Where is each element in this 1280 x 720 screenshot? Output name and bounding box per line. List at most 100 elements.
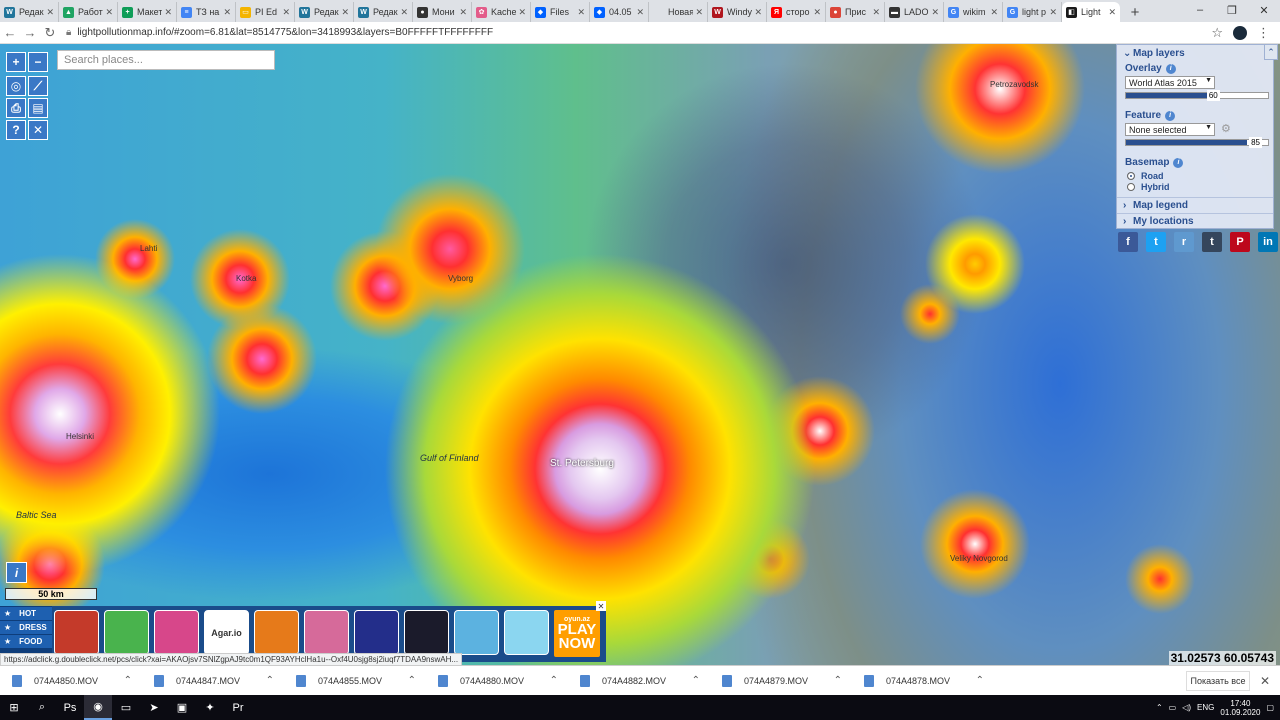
close-tab-icon[interactable]: ✕ xyxy=(1108,7,1116,18)
avatar[interactable] xyxy=(1233,25,1247,40)
download-item[interactable]: 074A4850.MOV ⌃ xyxy=(0,668,142,694)
ad-close-button[interactable]: ✕ xyxy=(596,601,606,611)
reddit-icon[interactable]: r xyxy=(1174,232,1194,252)
map-layers-header[interactable]: ⌄ Map layers xyxy=(1123,48,1185,59)
bookmark-star-icon[interactable]: ☆ xyxy=(1211,25,1223,41)
ad-game-thumbnail[interactable]: Agar.io xyxy=(204,610,249,655)
play-now-button[interactable]: oyun.az PLAY NOW xyxy=(554,610,600,657)
download-item[interactable]: 074A4882.MOV ⌃ xyxy=(568,668,710,694)
close-tab-icon[interactable]: ✕ xyxy=(223,7,231,18)
chevron-up-icon[interactable]: ⌃ xyxy=(692,675,700,686)
print-button[interactable]: ⎙ xyxy=(6,98,26,118)
info-icon[interactable]: i xyxy=(1165,110,1176,121)
download-item[interactable]: 074A4878.MOV ⌃ xyxy=(852,668,994,694)
maximize-button[interactable]: ❐ xyxy=(1216,0,1248,20)
explorer-icon[interactable]: ▭ xyxy=(112,695,140,720)
feature-select[interactable]: None selected ▼ xyxy=(1125,123,1215,136)
close-tab-icon[interactable]: ✕ xyxy=(341,7,349,18)
close-tab-icon[interactable]: ✕ xyxy=(754,7,762,18)
close-tab-icon[interactable]: ✕ xyxy=(1049,7,1057,18)
overlay-select[interactable]: World Atlas 2015 ▼ xyxy=(1125,76,1215,89)
info-icon[interactable]: i xyxy=(1165,63,1176,74)
browser-tab[interactable]: ● Мони ✕ xyxy=(413,2,472,22)
close-tab-icon[interactable]: ✕ xyxy=(872,7,880,18)
facebook-icon[interactable]: f xyxy=(1118,232,1138,252)
zoom-out-button[interactable]: − xyxy=(28,52,48,72)
ad-game-thumbnail[interactable] xyxy=(454,610,499,655)
photoshop-icon[interactable]: Ps xyxy=(56,695,84,720)
collapse-panel-button[interactable]: ⌃ xyxy=(1264,44,1278,60)
download-item[interactable]: 074A4847.MOV ⌃ xyxy=(142,668,284,694)
browser-tab[interactable]: Gwikim ✕ xyxy=(944,2,1003,22)
browser-tab[interactable]: Glight p ✕ xyxy=(1003,2,1062,22)
close-tab-icon[interactable]: ✕ xyxy=(518,7,526,18)
tumblr-icon[interactable]: t xyxy=(1202,232,1222,252)
show-all-downloads-button[interactable]: Показать все xyxy=(1186,671,1250,691)
chevron-up-icon[interactable]: ⌃ xyxy=(124,675,132,686)
close-tab-icon[interactable]: ✕ xyxy=(164,7,172,18)
premiere-icon[interactable]: Pr xyxy=(224,695,252,720)
browser-tab[interactable]: ▬ LADO ✕ xyxy=(885,2,944,22)
close-tab-icon[interactable]: ✕ xyxy=(400,7,408,18)
close-tab-icon[interactable]: ✕ xyxy=(695,7,703,18)
chevron-up-icon[interactable]: ⌃ xyxy=(1156,703,1163,712)
chart-button[interactable]: ▤ xyxy=(28,98,48,118)
ad-game-thumbnail[interactable] xyxy=(254,610,299,655)
close-tab-icon[interactable]: ✕ xyxy=(105,7,113,18)
download-item[interactable]: 074A4879.MOV ⌃ xyxy=(710,668,852,694)
volume-icon[interactable]: ◁) xyxy=(1182,703,1191,712)
close-tab-icon[interactable]: ✕ xyxy=(577,7,585,18)
chrome-icon[interactable]: ◉ xyxy=(84,695,112,720)
locate-button[interactable]: ◎ xyxy=(6,76,26,96)
tools-button[interactable]: ✕ xyxy=(28,120,48,140)
close-tab-icon[interactable]: ✕ xyxy=(990,7,998,18)
minimize-button[interactable]: – xyxy=(1184,0,1216,20)
chevron-up-icon[interactable]: ⌃ xyxy=(266,675,274,686)
back-button[interactable]: ← xyxy=(0,23,20,43)
ad-game-thumbnail[interactable] xyxy=(54,610,99,655)
close-tab-icon[interactable]: ✕ xyxy=(636,7,644,18)
close-tab-icon[interactable]: ✕ xyxy=(282,7,290,18)
zoom-in-button[interactable]: + xyxy=(6,52,26,72)
close-tab-icon[interactable]: ✕ xyxy=(931,7,939,18)
browser-tab[interactable]: ● Прис ✕ xyxy=(826,2,885,22)
browser-tab[interactable]: W Редак ✕ xyxy=(295,2,354,22)
chevron-up-icon[interactable]: ⌃ xyxy=(834,675,842,686)
browser-tab[interactable]: W Windy ✕ xyxy=(708,2,767,22)
download-item[interactable]: 074A4855.MOV ⌃ xyxy=(284,668,426,694)
pinterest-icon[interactable]: P xyxy=(1230,232,1250,252)
map-legend-toggle[interactable]: › Map legend xyxy=(1123,200,1188,211)
browser-tab[interactable]: ≡ ТЗ на ✕ xyxy=(177,2,236,22)
app2-icon[interactable]: ✦ xyxy=(196,695,224,720)
close-tab-icon[interactable]: ✕ xyxy=(46,7,54,18)
ad-game-thumbnail[interactable] xyxy=(304,610,349,655)
browser-tab[interactable]: ◧ Light ✕ xyxy=(1062,2,1120,22)
linkedin-icon[interactable]: in xyxy=(1258,232,1278,252)
forward-button[interactable]: → xyxy=(20,23,40,43)
search-input[interactable] xyxy=(57,50,275,70)
browser-tab[interactable]: Ясторо ✕ xyxy=(767,2,826,22)
windows-start-icon[interactable]: ⊞ xyxy=(0,695,28,720)
ad-game-thumbnail[interactable] xyxy=(154,610,199,655)
browser-tab[interactable]: ◆ 04.05 ✕ xyxy=(590,2,649,22)
browser-tab[interactable]: ▭ PI Ed ✕ xyxy=(236,2,295,22)
menu-icon[interactable]: ⋮ xyxy=(1257,25,1270,41)
ad-game-thumbnail[interactable] xyxy=(104,610,149,655)
download-item[interactable]: 074A4880.MOV ⌃ xyxy=(426,668,568,694)
feature-opacity-slider[interactable]: 85 xyxy=(1125,137,1269,148)
ad-category-hot[interactable]: ★ HOT xyxy=(0,607,52,620)
language-indicator[interactable]: ENG xyxy=(1197,703,1214,712)
browser-tab[interactable]: W Редак ✕ xyxy=(0,2,59,22)
measure-button[interactable]: ⟋ xyxy=(28,76,48,96)
browser-tab[interactable]: ▲ Работ ✕ xyxy=(59,2,118,22)
twitter-icon[interactable]: t xyxy=(1146,232,1166,252)
ad-category-food[interactable]: ★ FOOD xyxy=(0,635,52,648)
telegram-icon[interactable]: ➤ xyxy=(140,695,168,720)
browser-tab[interactable]: ◆ Files ✕ xyxy=(531,2,590,22)
close-window-button[interactable]: ✕ xyxy=(1248,0,1280,20)
info-icon[interactable]: i xyxy=(1173,157,1184,168)
browser-tab[interactable]: W Редак ✕ xyxy=(354,2,413,22)
browser-tab[interactable]: ✿ Kache ✕ xyxy=(472,2,531,22)
ad-game-thumbnail[interactable] xyxy=(504,610,549,655)
ad-game-thumbnail[interactable] xyxy=(404,610,449,655)
